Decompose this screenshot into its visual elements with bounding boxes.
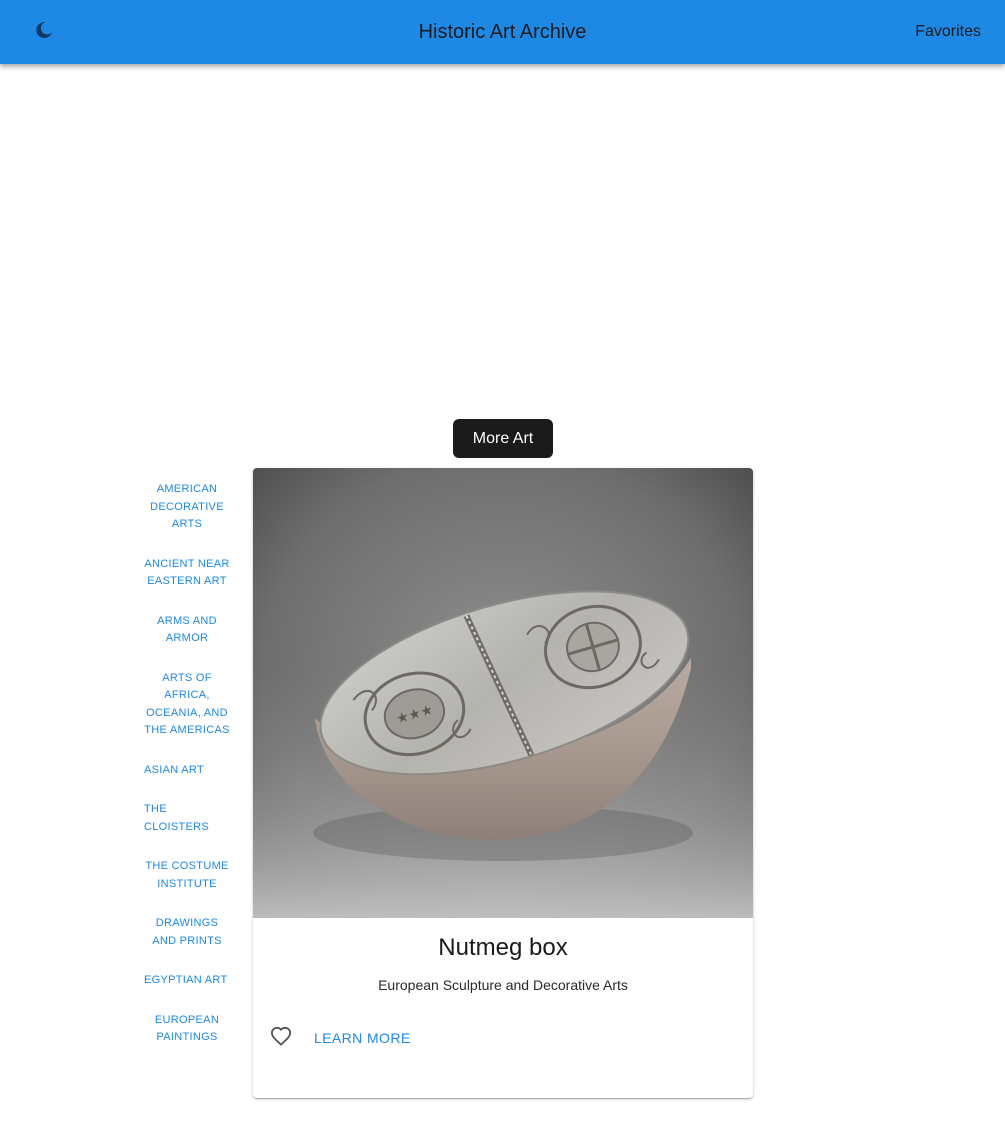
heart-outline-icon [270, 1026, 292, 1051]
artwork-department: European Sculpture and Decorative Arts [378, 977, 628, 993]
moon-icon [34, 20, 54, 45]
more-art-button[interactable]: More Art [453, 419, 553, 458]
department-link[interactable]: The Cloisters [138, 798, 236, 839]
app-title: Historic Art Archive [418, 21, 587, 43]
artwork-title: Nutmeg box [438, 934, 568, 961]
department-link[interactable]: Arts of Africa, Oceania, and the America… [138, 667, 236, 743]
learn-more-button[interactable]: Learn More [307, 1025, 418, 1051]
department-nav: American Decorative Arts Ancient Near Ea… [138, 478, 236, 1066]
artwork-image: ★★★ [253, 468, 753, 918]
department-link[interactable]: Egyptian Art [138, 969, 236, 993]
department-link[interactable]: Arms and Armor [138, 610, 236, 651]
department-link[interactable]: European Paintings [138, 1009, 236, 1050]
theme-toggle-button[interactable] [22, 10, 66, 54]
favorites-link[interactable]: Favorites [915, 0, 981, 64]
artwork-card: ★★★ Nutmeg box European Sculpture and De… [253, 468, 753, 1098]
department-link[interactable]: American Decorative Arts [138, 478, 236, 537]
department-link[interactable]: Asian Art [138, 759, 236, 783]
favorite-button[interactable] [263, 1020, 299, 1056]
app-bar: Historic Art Archive Favorites [0, 0, 1005, 64]
department-link[interactable]: Drawings and Prints [138, 912, 236, 953]
department-link[interactable]: Ancient Near Eastern Art [138, 553, 236, 594]
department-link[interactable]: The Costume Institute [138, 855, 236, 896]
